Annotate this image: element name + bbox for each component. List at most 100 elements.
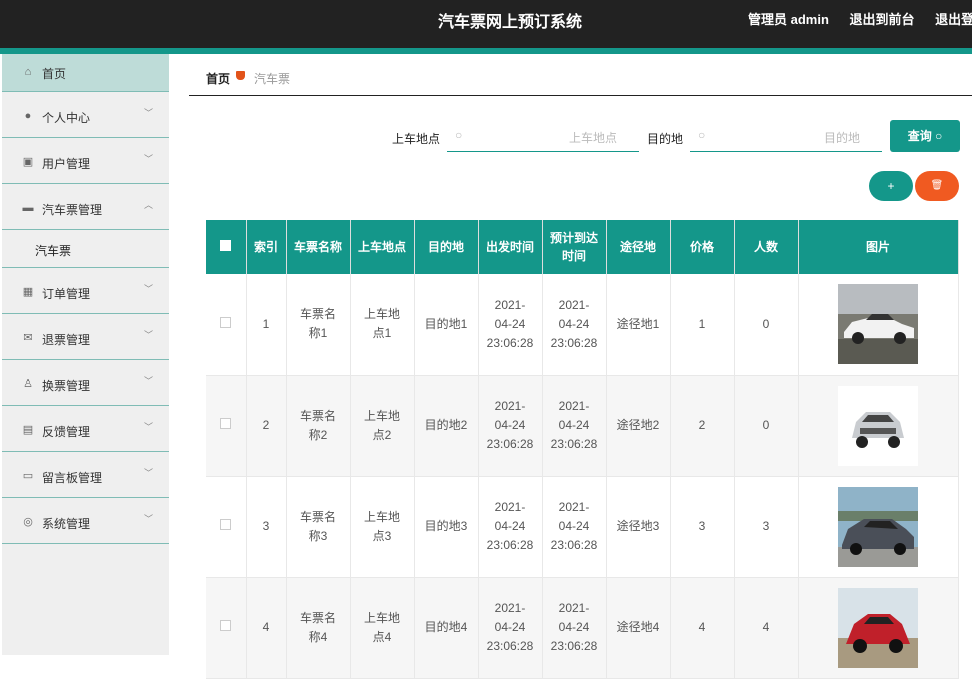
cell-price: 2 (670, 375, 735, 477)
cell-depart: 2021-04-24 23:06:28 (478, 274, 543, 376)
select-all-checkbox[interactable] (220, 240, 232, 251)
cell-arrive: 2021-04-24 23:06:28 (542, 375, 607, 477)
sidebar-item-home[interactable]: ⌂ 首页 (2, 54, 169, 92)
cell-name: 车票名称2 (286, 375, 351, 477)
cell-count: 0 (734, 375, 799, 477)
back-to-front-link[interactable]: 退出到前台 (850, 12, 915, 27)
cell-name: 车票名称1 (286, 274, 351, 376)
cell-price: 3 (670, 476, 735, 578)
chevron-down-icon: ﹀ (143, 514, 153, 524)
search-icon: ○ (455, 128, 463, 142)
column-header: 目的地 (414, 220, 479, 274)
sidebar-item-refund-management[interactable]: ✉ 退票管理 ﹀ (2, 314, 169, 360)
cell-from: 上车地点4 (350, 577, 415, 679)
cell-arrive: 2021-04-24 23:06:28 (542, 476, 607, 578)
search-icon: ○ (935, 129, 943, 143)
cell-depart: 2021-04-24 23:06:28 (478, 375, 543, 477)
home-icon: ⌂ (24, 66, 32, 78)
clipboard-icon: ▣ (22, 156, 34, 168)
chevron-down-icon: ﹀ (143, 154, 153, 164)
column-header: 预计到达时间 (542, 220, 607, 274)
search-to-placeholder: 目的地 (823, 131, 860, 145)
document-icon: ▤ (22, 424, 34, 436)
table-row: 1 车票名称1 上车地点1 目的地1 2021-04-24 23:06:28 2… (206, 274, 959, 376)
search-to-label: 目的地 (647, 132, 684, 146)
row-checkbox[interactable] (220, 316, 232, 328)
sidebar-item-label: 系统管理 (42, 517, 91, 531)
message-icon: ▭ (22, 470, 34, 482)
table-row: 2 车票名称2 上车地点2 目的地2 2021-04-24 23:06:28 2… (206, 375, 959, 477)
chevron-down-icon: ﹀ (143, 468, 153, 478)
search-from-placeholder: 上车地点 (568, 131, 617, 145)
add-button[interactable]: + (869, 171, 913, 201)
row-checkbox[interactable] (220, 418, 232, 429)
sidebar-item-personal-center[interactable]: ● 个人中心 ﹀ (2, 92, 169, 138)
main-content: 上车地点 ○ 上车地点 目的地 ○ 目的地 查询 ○ + 🗑 索引 车票名称 上… (189, 104, 972, 679)
breadcrumb: 首页 汽车票 (189, 54, 972, 96)
query-button-label: 查询 (907, 129, 932, 143)
chevron-down-icon: ﹀ (143, 284, 153, 294)
person-icon: ♙ (23, 378, 33, 390)
column-header: 上车地点 (350, 220, 415, 274)
cell-to: 目的地2 (414, 375, 479, 477)
cell-index: 3 (246, 476, 287, 578)
sidebar-item-exchange-management[interactable]: ♙ 换票管理 ﹀ (2, 360, 169, 406)
column-header: 途径地 (606, 220, 671, 274)
sidebar-item-order-management[interactable]: ▦ 订单管理 ﹀ (2, 268, 169, 314)
cell-index: 2 (246, 375, 287, 477)
search-from-input[interactable]: ○ 上车地点 (447, 120, 639, 152)
row-checkbox[interactable] (220, 620, 232, 631)
cell-arrive: 2021-04-24 23:06:28 (542, 274, 607, 376)
cell-from: 上车地点2 (350, 375, 415, 477)
chevron-down-icon: ﹀ (143, 376, 153, 386)
sidebar-item-user-management[interactable]: ▣ 用户管理 ﹀ (2, 138, 169, 184)
table-row: 3 车票名称3 上车地点3 目的地3 2021-04-24 23:06:28 2… (206, 476, 959, 578)
sidebar-item-feedback-management[interactable]: ▤ 反馈管理 ﹀ (2, 406, 169, 452)
car-image (838, 385, 918, 466)
chat-icon: ▬ (22, 202, 34, 214)
user-icon: ● (24, 110, 32, 122)
gear-icon: ◎ (23, 516, 33, 528)
cell-from: 上车地点1 (350, 274, 415, 376)
breadcrumb-current: 汽车票 (254, 72, 291, 86)
mail-icon: ✉ (23, 332, 33, 344)
cell-count: 4 (734, 577, 799, 679)
cell-name: 车票名称4 (286, 577, 351, 679)
search-to-input[interactable]: ○ 目的地 (690, 120, 882, 152)
ticket-panel: 上车地点 ○ 上车地点 目的地 ○ 目的地 查询 ○ + 🗑 索引 车票名称 上… (189, 104, 972, 679)
chevron-down-icon: ﹀ (143, 422, 153, 432)
sidebar-item-ticket-management[interactable]: ▬ 汽车票管理 ︿ (2, 184, 169, 230)
ticket-table: 索引 车票名称 上车地点 目的地 出发时间 预计到达时间 途径地 价格 人数 图… (206, 220, 959, 679)
sidebar-item-label: 反馈管理 (42, 425, 91, 439)
column-header: 索引 (246, 220, 287, 274)
cell-count: 3 (734, 476, 799, 578)
column-header: 出发时间 (478, 220, 543, 274)
query-button[interactable]: 查询 ○ (890, 120, 960, 152)
cell-index: 1 (246, 274, 287, 376)
logout-link[interactable]: 退出登录 (935, 12, 972, 27)
cell-depart: 2021-04-24 23:06:28 (478, 577, 543, 679)
cell-via: 途径地4 (606, 577, 671, 679)
select-all-header[interactable] (206, 220, 247, 274)
sidebar: ⌂ 首页 ● 个人中心 ﹀ ▣ 用户管理 ﹀ ▬ 汽车票管理 ︿ 汽车票 ▦ 订… (2, 54, 169, 655)
cell-price: 1 (670, 274, 735, 376)
chevron-down-icon: ﹀ (143, 330, 153, 340)
plus-icon: + (887, 179, 895, 193)
search-icon: ○ (698, 128, 706, 142)
chevron-down-icon: ﹀ (143, 108, 153, 118)
chevron-up-icon: ︿ (143, 200, 153, 210)
sidebar-item-label: 退票管理 (42, 333, 91, 347)
sidebar-subitem-label: 汽车票 (35, 244, 72, 258)
column-header: 车票名称 (286, 220, 351, 274)
column-header: 图片 (798, 220, 959, 274)
sidebar-item-system-management[interactable]: ◎ 系统管理 ﹀ (2, 498, 169, 544)
sidebar-subitem-ticket[interactable]: 汽车票 (2, 230, 169, 268)
cell-via: 途径地3 (606, 476, 671, 578)
row-checkbox[interactable] (220, 519, 232, 530)
delete-button[interactable]: 🗑 (915, 171, 959, 201)
grid-icon: ▦ (22, 286, 34, 298)
sidebar-item-message-board[interactable]: ▭ 留言板管理 ﹀ (2, 452, 169, 498)
cell-depart: 2021-04-24 23:06:28 (478, 476, 543, 578)
breadcrumb-home[interactable]: 首页 (206, 70, 230, 87)
sidebar-item-label: 汽车票管理 (42, 203, 103, 217)
